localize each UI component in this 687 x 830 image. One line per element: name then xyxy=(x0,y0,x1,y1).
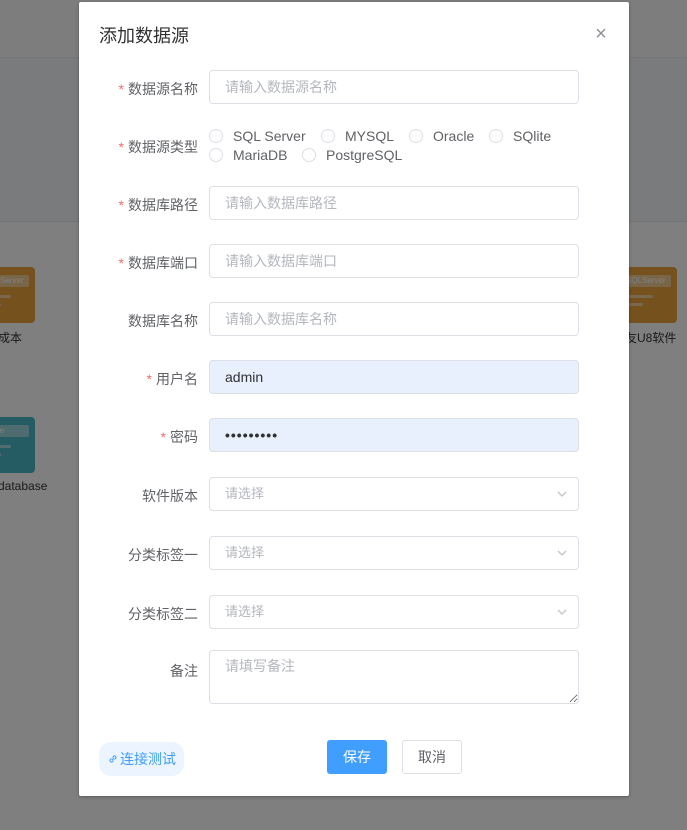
software-version-label: 软件版本 xyxy=(142,488,198,504)
software-version-select[interactable]: 请选择 xyxy=(209,477,579,511)
category-tag-1-label: 分类标签一 xyxy=(128,547,198,563)
cancel-button[interactable]: 取消 xyxy=(402,740,462,774)
category-tag-2-select[interactable]: 请选择 xyxy=(209,595,579,629)
select-placeholder: 请选择 xyxy=(225,604,265,619)
add-datasource-dialog: 添加数据源 × *数据源名称 *数据源类型 SQL Server MYSQL O… xyxy=(79,2,629,796)
db-name-label: 数据库名称 xyxy=(128,313,198,329)
radio-circle-icon xyxy=(409,129,423,143)
remark-textarea[interactable] xyxy=(209,650,579,704)
dialog-title: 添加数据源 xyxy=(99,26,189,46)
test-connection-button[interactable]: 连接测试 xyxy=(99,742,184,776)
datasource-name-label: * 数据源名称 xyxy=(118,81,198,97)
chevron-down-icon xyxy=(557,550,567,556)
db-path-label: * 数据库路径 xyxy=(118,197,198,213)
radio-mysql[interactable]: MYSQL xyxy=(321,128,394,144)
datasource-name-input[interactable] xyxy=(209,70,579,104)
category-tag-2-label: 分类标签二 xyxy=(128,606,198,622)
radio-postgresql[interactable]: PostgreSQL xyxy=(302,147,402,163)
datasource-type-label: * 数据源类型 xyxy=(118,139,198,155)
required-marker: * xyxy=(118,81,124,97)
radio-sqlserver[interactable]: SQL Server xyxy=(209,128,306,144)
test-connection-label: 连接测试 xyxy=(120,751,176,767)
radio-circle-icon xyxy=(321,129,335,143)
db-path-input[interactable] xyxy=(209,186,579,220)
password-input[interactable]: ••••••••• xyxy=(209,418,579,452)
radio-oracle[interactable]: Oracle xyxy=(409,128,474,144)
db-name-input[interactable] xyxy=(209,302,579,336)
link-icon xyxy=(109,755,117,763)
password-label: * 密码 xyxy=(160,429,198,445)
select-placeholder: 请选择 xyxy=(225,486,265,501)
db-port-label: * 数据库端口 xyxy=(118,255,198,271)
radio-circle-icon xyxy=(209,129,223,143)
required-marker: * xyxy=(118,255,124,271)
radio-circle-icon xyxy=(302,148,316,162)
remark-label: 备注 xyxy=(170,663,198,679)
close-icon[interactable]: × xyxy=(593,24,609,44)
chevron-down-icon xyxy=(557,491,567,497)
chevron-down-icon xyxy=(557,609,567,615)
radio-circle-icon xyxy=(489,129,503,143)
save-button[interactable]: 保存 xyxy=(327,740,387,774)
required-marker: * xyxy=(118,197,124,213)
radio-mariadb[interactable]: MariaDB xyxy=(209,147,287,163)
required-marker: * xyxy=(146,371,152,387)
category-tag-1-select[interactable]: 请选择 xyxy=(209,536,579,570)
required-marker: * xyxy=(118,139,124,155)
required-marker: * xyxy=(160,429,166,445)
username-input[interactable] xyxy=(209,360,579,394)
radio-sqlite[interactable]: SQlite xyxy=(489,128,551,144)
db-port-input[interactable] xyxy=(209,244,579,278)
radio-circle-icon xyxy=(209,148,223,162)
username-label: * 用户名 xyxy=(146,371,198,387)
select-placeholder: 请选择 xyxy=(225,545,265,560)
